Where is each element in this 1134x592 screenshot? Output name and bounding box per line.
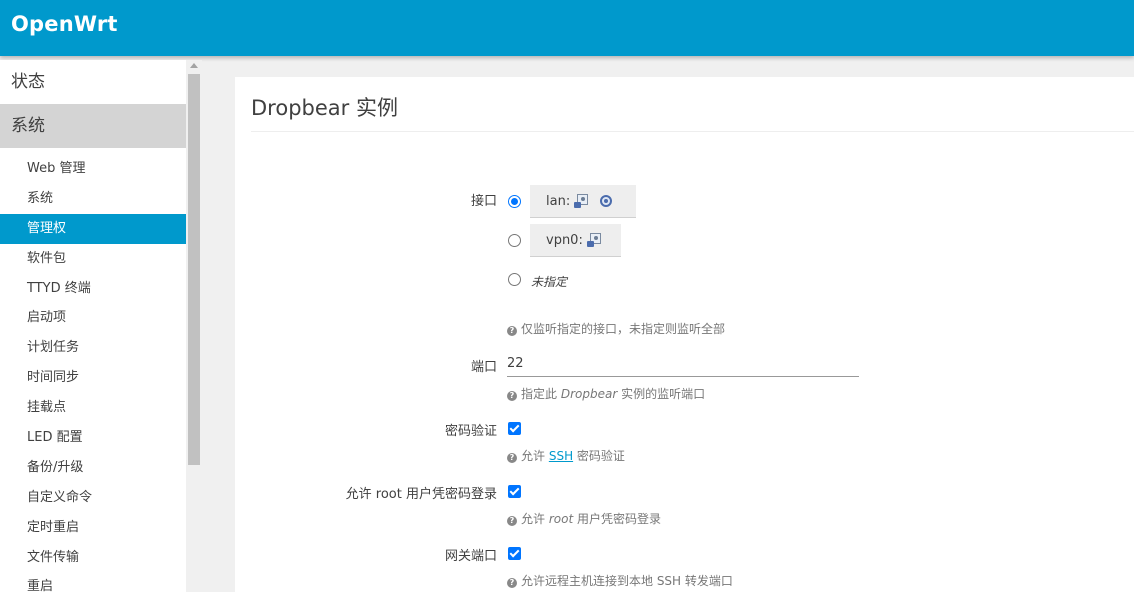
interface-name-vpn0: vpn0:: [546, 232, 583, 248]
sidebar-item-startup[interactable]: 启动项: [0, 303, 186, 333]
question-icon: ?: [507, 453, 517, 463]
top-header: OpenWrt: [0, 0, 1134, 56]
interface-name-lan: lan:: [546, 193, 571, 209]
gateway-ports-help: ? 允许远程主机连接到本地 SSH 转发端口: [507, 572, 733, 589]
sidebar-item-software[interactable]: 软件包: [0, 244, 186, 274]
question-icon: ?: [507, 516, 517, 526]
sidebar-item-web-admin[interactable]: Web 管理: [0, 154, 186, 184]
sidebar-item-scheduled-reboot[interactable]: 定时重启: [0, 513, 186, 543]
sidebar-scrollbar[interactable]: [186, 60, 202, 592]
sidebar-item-administration[interactable]: 管理权: [0, 213, 186, 244]
interface-radio-lan[interactable]: [508, 195, 521, 208]
ethernet-port-icon: [586, 233, 602, 247]
interface-help: ? 仅监听指定的接口，未指定则监听全部: [507, 320, 725, 337]
main-content: Dropbear 实例 接口 lan: vpn0: 未指定 ? 仅监听指定的接口，…: [235, 77, 1134, 592]
sidebar-item-custom-commands[interactable]: 自定义命令: [0, 483, 186, 513]
ethernet-port-icon: [574, 194, 589, 208]
interface-radio-unspecified[interactable]: [508, 273, 521, 286]
sidebar-item-backup-upgrade[interactable]: 备份/升级: [0, 453, 186, 483]
sidebar-item-led-config[interactable]: LED 配置: [0, 423, 186, 453]
interface-label: 接口: [470, 194, 497, 209]
port-input[interactable]: [507, 351, 859, 377]
sidebar-item-status[interactable]: 状态: [0, 60, 186, 104]
question-icon: ?: [507, 578, 517, 588]
scrollbar-thumb[interactable]: [188, 74, 200, 465]
gateway-ports-label: 网关端口: [444, 549, 497, 564]
root-password-label: 允许 root 用户凭密码登录: [345, 487, 497, 502]
sidebar-item-time-sync[interactable]: 时间同步: [0, 363, 186, 393]
scroll-up-arrow-icon[interactable]: [190, 63, 198, 68]
password-auth-label: 密码验证: [444, 424, 497, 439]
page-title: Dropbear 实例: [251, 96, 398, 120]
brand-logo-text[interactable]: OpenWrt: [11, 12, 118, 36]
sidebar-item-system-section[interactable]: 系统: [0, 104, 186, 148]
wireless-icon: [599, 194, 615, 208]
sidebar-item-file-transfer[interactable]: 文件传输: [0, 543, 186, 573]
sidebar-item-scheduled-tasks[interactable]: 计划任务: [0, 333, 186, 363]
interface-radio-vpn0[interactable]: [508, 234, 521, 247]
password-auth-checkbox[interactable]: [508, 422, 521, 435]
sidebar-item-reboot[interactable]: 重启: [0, 572, 186, 592]
sidebar-item-ttyd-terminal[interactable]: TTYD 终端: [0, 274, 186, 304]
port-help: ? 指定此 Dropbear 实例的监听端口: [507, 385, 705, 402]
password-auth-help: ? 允许 SSH 密码验证: [507, 447, 625, 464]
title-divider: [251, 131, 1134, 132]
interface-option-unspecified[interactable]: 未指定: [531, 273, 567, 290]
sidebar-menu: 状态 系统 Web 管理 系统 管理权 软件包 TTYD 终端 启动项 计划任务…: [0, 60, 186, 592]
question-icon: ?: [507, 326, 517, 336]
sidebar-item-system[interactable]: 系统: [0, 184, 186, 214]
interface-option-lan[interactable]: lan:: [530, 185, 636, 218]
gateway-ports-checkbox[interactable]: [508, 547, 521, 560]
root-password-help: ? 允许 root 用户凭密码登录: [507, 510, 661, 527]
root-password-checkbox[interactable]: [508, 485, 521, 498]
question-icon: ?: [507, 391, 517, 401]
port-label: 端口: [470, 360, 497, 375]
ssh-help-link[interactable]: SSH: [549, 449, 573, 463]
sidebar-item-mount-points[interactable]: 挂载点: [0, 393, 186, 423]
interface-option-vpn0[interactable]: vpn0:: [530, 224, 621, 257]
